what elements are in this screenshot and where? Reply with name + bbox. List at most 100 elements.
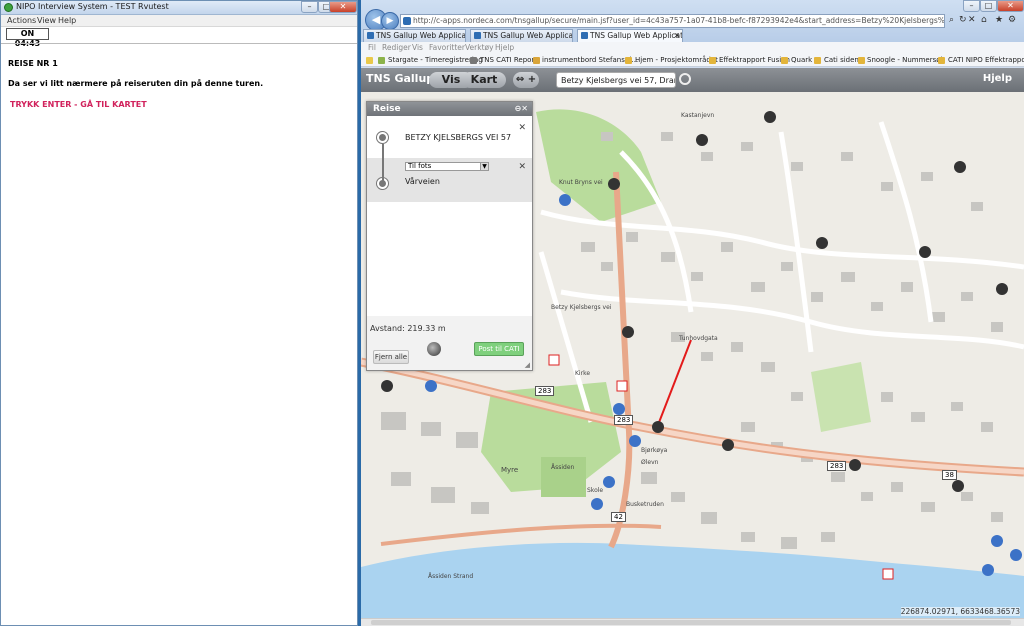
- globe-icon[interactable]: [427, 342, 441, 356]
- home-icon[interactable]: ⌂: [981, 15, 987, 25]
- remove-start-icon[interactable]: ✕: [518, 123, 526, 133]
- green-forest: [536, 109, 661, 222]
- road-label: 283: [827, 461, 847, 471]
- road-label: 283: [614, 415, 634, 425]
- browser-maximize-button[interactable]: □: [980, 0, 997, 12]
- fav-icon: [858, 57, 865, 64]
- kart-button[interactable]: Kart: [462, 72, 506, 88]
- route-connector: [382, 144, 384, 182]
- tab-1[interactable]: TNS Gallup Web Application: [363, 29, 466, 42]
- menu-favoritter[interactable]: Favoritter: [429, 43, 465, 52]
- stop-icon[interactable]: ✕: [968, 15, 976, 25]
- fav-icon: [709, 57, 716, 64]
- fav-cati-report[interactable]: TNS CATI Report: [480, 56, 537, 64]
- minimize-button[interactable]: –: [301, 1, 318, 13]
- coordinate-readout: 226874.02971, 6633468.36573: [900, 607, 1020, 616]
- fav-icon: [625, 57, 632, 64]
- fav-instrumentbord[interactable]: instrumentbord Stefans d...: [542, 56, 638, 64]
- fav-icon: [781, 57, 788, 64]
- tools-gear-icon[interactable]: ⚙: [1008, 15, 1016, 25]
- question-text: Da ser vi litt nærmere på reiseruten din…: [8, 79, 264, 88]
- favorites-star-icon[interactable]: [366, 57, 373, 64]
- place-label: Kastanjevn: [681, 112, 715, 119]
- tab-2[interactable]: TNS Gallup Web Application: [470, 29, 573, 42]
- fav-icon: [470, 57, 477, 64]
- remove-all-button[interactable]: Fjern alle: [373, 350, 409, 364]
- place-label: Bjørkøya: [641, 447, 668, 454]
- fav-prosjektomradet[interactable]: Hjem - Prosjektområdet: [635, 56, 718, 64]
- menu-rediger[interactable]: Rediger: [382, 43, 411, 52]
- menu-bar: Actions View Help: [1, 15, 357, 27]
- resize-handle-icon[interactable]: ◢: [525, 361, 530, 369]
- place-label: Åssiden Strand: [428, 573, 474, 580]
- green-area: [811, 362, 871, 432]
- tab-favicon-icon: [367, 32, 374, 39]
- start-stop[interactable]: BETZY KJELSBERGS VEI 57 ✕: [367, 116, 532, 158]
- sports-field: [541, 457, 586, 497]
- favorites-bar: Stargate - Timeregistrering TNS CATI Rep…: [361, 54, 1024, 67]
- tab-label: TNS Gallup Web Application: [376, 31, 466, 40]
- fav-cati-nipo[interactable]: CATI NIPO Effektrapport: [948, 56, 1024, 64]
- menu-actions[interactable]: Actions: [7, 16, 36, 25]
- search-icon[interactable]: [679, 73, 691, 85]
- transport-mode-select[interactable]: Til fots ▼: [405, 162, 489, 171]
- remove-end-icon[interactable]: ✕: [518, 162, 526, 172]
- help-link[interactable]: Hjelp: [983, 73, 1012, 84]
- horizontal-scrollbar[interactable]: [361, 618, 1024, 626]
- menu-hjelp[interactable]: Hjelp: [495, 43, 514, 52]
- tab-favicon-icon: [581, 32, 588, 39]
- zoom-controls[interactable]: ⇔ +: [513, 72, 539, 88]
- place-label: Knut Bryns vei: [559, 179, 603, 186]
- app-header: TNS Gallup Vis Kart ⇔ + Betzy Kjelsbergs…: [361, 68, 1024, 92]
- menu-fil[interactable]: Fil: [368, 43, 376, 52]
- post-to-cati-button[interactable]: Post til CATI: [474, 342, 524, 356]
- menu-help[interactable]: Help: [58, 16, 76, 25]
- place-label: Tunhovdgata: [679, 335, 718, 342]
- fav-cati-siden[interactable]: Cati siden: [824, 56, 859, 64]
- road-label: 38: [942, 470, 957, 480]
- fav-quark[interactable]: Quark: [791, 56, 812, 64]
- menu-view[interactable]: View: [37, 16, 56, 25]
- fav-snoogle[interactable]: Snoogle - Nummersøk: [867, 56, 945, 64]
- start-address: BETZY KJELSBERGS VEI 57: [405, 133, 512, 142]
- nipo-app-icon: [4, 3, 13, 12]
- panel-controls-icon[interactable]: ⊖✕: [515, 102, 528, 116]
- browser-minimize-button[interactable]: –: [963, 0, 980, 12]
- interview-timer: ON 04:43: [6, 28, 49, 48]
- browser-close-button[interactable]: ✕: [997, 0, 1024, 12]
- fav-effektrapport[interactable]: Effektrapport Fusion: [719, 56, 790, 64]
- tab-3-active[interactable]: TNS Gallup Web Application✕: [577, 29, 683, 42]
- transport-mode-value: Til fots: [408, 162, 432, 170]
- favorites-star-icon[interactable]: ★: [995, 15, 1003, 25]
- menu-vis[interactable]: Vis: [412, 43, 423, 52]
- trip-heading: REISE NR 1: [8, 59, 58, 68]
- scrollbar-thumb[interactable]: [371, 620, 1011, 625]
- reise-header: Reise ⊖✕: [367, 102, 532, 116]
- place-label: Skole: [587, 487, 604, 494]
- address-bar[interactable]: http://c-apps.nordeca.com/tnsgallup/secu…: [400, 14, 945, 28]
- reise-title: Reise: [373, 104, 401, 114]
- end-stop[interactable]: Til fots ▼ Vårveien ✕: [367, 158, 532, 202]
- refresh-icon[interactable]: ↻: [959, 15, 967, 25]
- place-label: Kirke: [575, 370, 591, 377]
- distance-text: Avstand: 219.33 m: [370, 324, 446, 333]
- reise-panel: Reise ⊖✕ BETZY KJELSBERGS VEI 57 ✕ Til f…: [366, 101, 533, 371]
- route-line: [657, 339, 692, 426]
- browser-toolbar: ◀ ▶ http://c-apps.nordeca.com/tnsgallup/…: [361, 0, 1024, 42]
- address-search-input[interactable]: Betzy Kjelsbergs vei 57, Drammen: [556, 72, 676, 88]
- menu-verktoy[interactable]: Verktøy: [465, 43, 494, 52]
- instruction-text: TRYKK ENTER - GÅ TIL KARTET: [10, 100, 147, 109]
- fav-stargate[interactable]: Stargate - Timeregistrering: [388, 56, 483, 64]
- place-label: Åssiden: [551, 464, 575, 471]
- chevron-down-icon[interactable]: ▼: [480, 163, 488, 170]
- fav-icon: [814, 57, 821, 64]
- tab-label: TNS Gallup Web Application: [590, 31, 683, 40]
- reise-list-area: [367, 202, 532, 316]
- search-dropdown-icon[interactable]: ⌕: [949, 15, 954, 25]
- app-logo: TNS Gallup: [366, 72, 435, 85]
- tab-label: TNS Gallup Web Application: [483, 31, 573, 40]
- place-label: Myre: [501, 466, 519, 474]
- nipo-window: NIPO Interview System - TEST Rvutest – □…: [0, 0, 358, 626]
- close-button[interactable]: ✕: [329, 1, 357, 13]
- tab-close-icon[interactable]: ✕: [674, 30, 680, 41]
